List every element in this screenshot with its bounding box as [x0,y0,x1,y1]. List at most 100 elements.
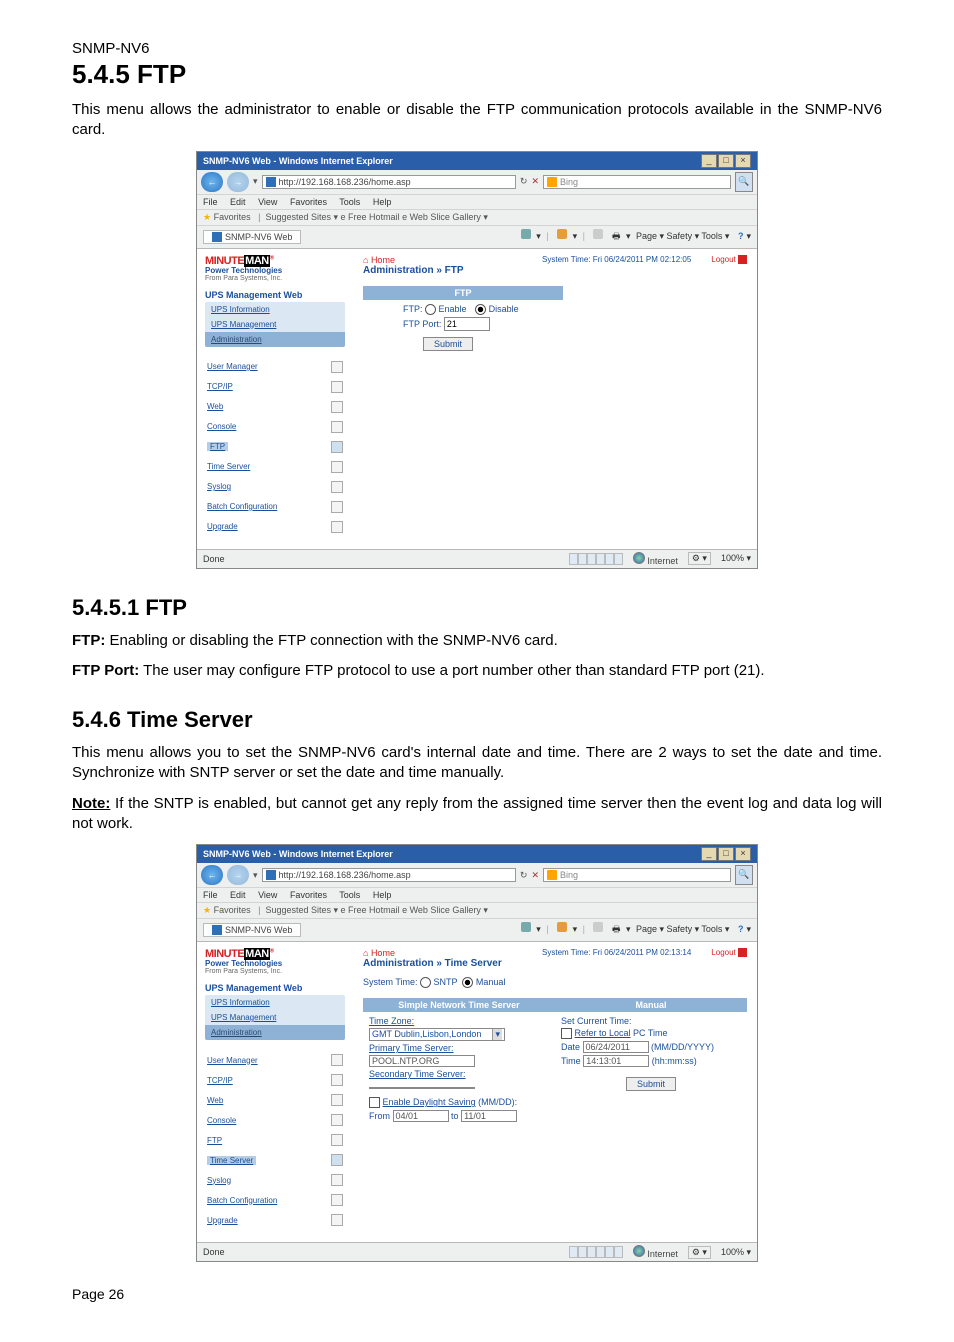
favorites-links[interactable]: Suggested Sites ▾ e Free Hotmail e Web S… [265,212,487,222]
home-link[interactable]: Home [363,255,395,265]
star-icon[interactable]: ★ [203,905,211,915]
refer-local-checkbox[interactable] [561,1028,572,1039]
dst-from-input[interactable]: 04/01 [393,1110,449,1122]
dst-to-input[interactable]: 11/01 [461,1110,517,1122]
nav-group-info[interactable]: UPS Information [205,995,345,1010]
menu-file[interactable]: File [203,890,218,900]
close-icon[interactable]: × [735,154,751,168]
feeds-icon[interactable] [557,922,567,932]
menu-bar[interactable]: File Edit View Favorites Tools Help [197,888,757,903]
refer-local-link[interactable]: Refer to Local [575,1028,631,1038]
expand-icon[interactable] [331,1154,343,1166]
ftp-disable-label[interactable]: Disable [489,304,519,314]
expand-icon[interactable] [331,1194,343,1206]
nav-item-tcpip[interactable]: TCP/IP [205,1070,345,1090]
favorites-links[interactable]: Suggested Sites ▾ e Free Hotmail e Web S… [265,905,487,915]
secondary-server-input[interactable] [369,1087,475,1089]
primary-server-input[interactable]: POOL.NTP.ORG [369,1055,475,1067]
expand-icon[interactable] [331,441,343,453]
stop-icon[interactable]: ✕ [531,176,539,187]
menu-help[interactable]: Help [373,890,392,900]
search-box[interactable]: Bing [543,175,731,189]
window-buttons[interactable]: _□× [700,847,751,861]
command-labels[interactable]: Page ▾ Safety ▾ Tools ▾ [636,231,729,241]
expand-icon[interactable] [331,421,343,433]
command-labels[interactable]: Page ▾ Safety ▾ Tools ▾ [636,924,729,934]
expand-icon[interactable] [331,1174,343,1186]
print-icon[interactable]: 🖶 [612,231,621,241]
logout-link[interactable]: Logout [711,948,747,957]
expand-icon[interactable] [331,501,343,513]
nav-item-batch-config[interactable]: Batch Configuration [205,1190,345,1210]
expand-icon[interactable] [331,1054,343,1066]
maximize-icon[interactable]: □ [718,154,734,168]
close-icon[interactable]: × [735,847,751,861]
nav-item-time-server[interactable]: Time Server [205,1150,345,1170]
feeds-icon[interactable] [557,229,567,239]
forward-button[interactable]: → [227,172,249,192]
search-box[interactable]: Bing [543,868,731,882]
help-icon[interactable]: ? [738,231,744,241]
nav-item-time-server[interactable]: Time Server [205,457,345,477]
print-icon[interactable]: 🖶 [612,924,621,934]
menu-edit[interactable]: Edit [230,890,246,900]
ftp-disable-radio[interactable] [475,304,486,315]
dst-checkbox[interactable] [369,1097,380,1108]
address-bar[interactable]: http://192.168.168.236/home.asp [262,868,516,882]
logout-link[interactable]: Logout [711,255,747,264]
nav-item-batch-config[interactable]: Batch Configuration [205,497,345,517]
nav-item-web[interactable]: Web [205,1090,345,1110]
dropdown-icon[interactable]: ▾ [253,870,258,881]
menu-view[interactable]: View [258,197,277,207]
favorites-label[interactable]: Favorites [214,212,251,222]
nav-item-ftp[interactable]: FTP [205,437,345,457]
back-button[interactable]: ← [201,172,223,192]
menu-view[interactable]: View [258,890,277,900]
time-input[interactable]: 14:13:01 [583,1055,649,1067]
ftp-enable-radio[interactable] [425,304,436,315]
search-go-button[interactable]: 🔍 [735,172,753,192]
protected-mode-icon[interactable]: ⚙ ▾ [688,1246,711,1259]
nav-item-upgrade[interactable]: Upgrade [205,1210,345,1230]
expand-icon[interactable] [331,1134,343,1146]
nav-item-tcpip[interactable]: TCP/IP [205,377,345,397]
mode-manual-label[interactable]: Manual [476,977,506,987]
nav-item-console[interactable]: Console [205,417,345,437]
menu-favorites[interactable]: Favorites [290,890,327,900]
submit-button[interactable]: Submit [423,337,473,351]
back-button[interactable]: ← [201,865,223,885]
menu-edit[interactable]: Edit [230,197,246,207]
submit-button[interactable]: Submit [626,1077,676,1091]
expand-icon[interactable] [331,1114,343,1126]
dropdown-icon[interactable]: ▾ [253,176,258,187]
zoom-level[interactable]: 100% ▾ [721,553,751,564]
menu-help[interactable]: Help [373,197,392,207]
browser-tab[interactable]: SNMP-NV6 Web [203,923,301,937]
dst-label[interactable]: Enable Daylight Saving [383,1097,476,1107]
help-icon[interactable]: ? [738,924,744,934]
minimize-icon[interactable]: _ [701,154,717,168]
nav-item-upgrade[interactable]: Upgrade [205,517,345,537]
nav-item-web[interactable]: Web [205,397,345,417]
nav-group-info[interactable]: UPS Information [205,302,345,317]
expand-icon[interactable] [331,361,343,373]
nav-item-user-manager[interactable]: User Manager [205,357,345,377]
home-icon[interactable] [521,922,531,932]
ftp-port-input[interactable] [444,317,490,331]
favorites-label[interactable]: Favorites [214,905,251,915]
menu-file[interactable]: File [203,197,218,207]
expand-icon[interactable] [331,481,343,493]
menu-tools[interactable]: Tools [339,890,360,900]
nav-group-mgmt[interactable]: UPS Management [205,317,345,332]
nav-item-syslog[interactable]: Syslog [205,477,345,497]
nav-item-user-manager[interactable]: User Manager [205,1050,345,1070]
menu-bar[interactable]: File Edit View Favorites Tools Help [197,195,757,210]
home-link[interactable]: Home [363,948,395,958]
date-input[interactable]: 06/24/2011 [583,1041,649,1053]
minimize-icon[interactable]: _ [701,847,717,861]
menu-favorites[interactable]: Favorites [290,197,327,207]
nav-group-admin[interactable]: Administration [205,1025,345,1040]
expand-icon[interactable] [331,1094,343,1106]
refresh-icon[interactable]: ↻ [520,870,528,881]
ftp-enable-label[interactable]: Enable [439,304,467,314]
